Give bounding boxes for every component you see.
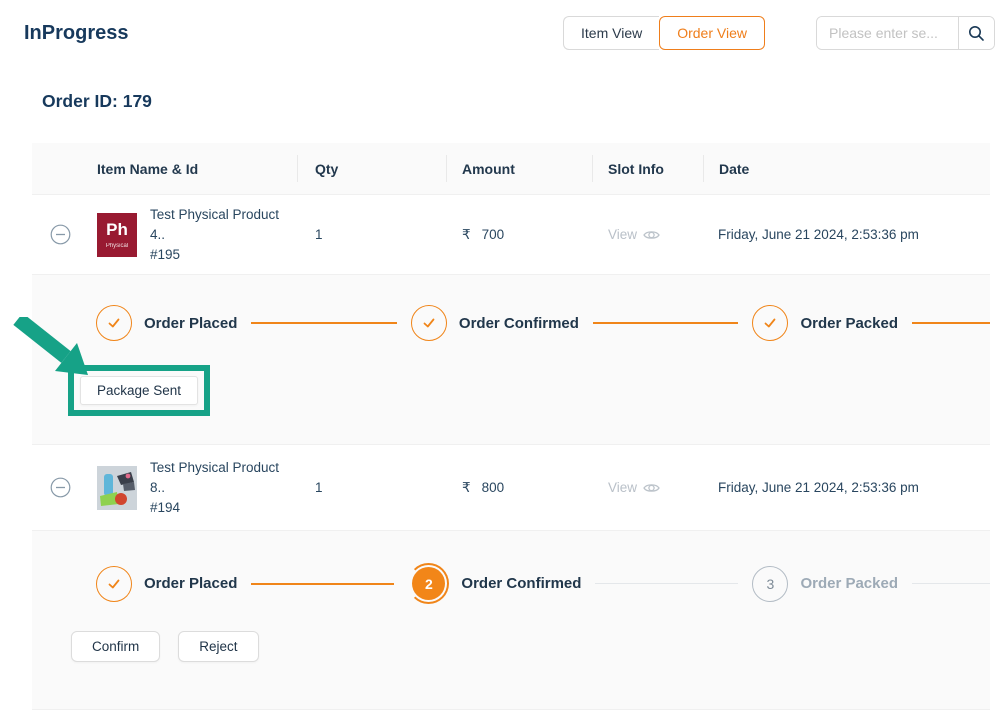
order-status-section: Order Placed Order Confirmed Order Packe… [32, 275, 990, 445]
step-label: Order Placed [144, 315, 237, 332]
search-icon [968, 25, 985, 42]
search-box [816, 16, 995, 50]
status-stepper: Order Placed Order Confirmed Order Packe… [32, 275, 990, 341]
order-view-button[interactable]: Order View [659, 16, 765, 50]
slot-view-link[interactable]: View [608, 480, 660, 495]
item-view-button[interactable]: Item View [563, 16, 659, 50]
product-photo [97, 466, 137, 510]
check-icon [96, 305, 132, 341]
package-sent-button[interactable]: Package Sent [80, 376, 198, 405]
eye-icon [643, 228, 660, 242]
top-bar: InProgress Item View Order View [0, 0, 1008, 50]
view-toggle: Item View Order View [563, 16, 765, 50]
slot-view-link[interactable]: View [608, 227, 660, 242]
minus-circle-icon [50, 224, 71, 245]
table-row: Ph Physical Test Physical Product 4.. #1… [32, 195, 990, 275]
minus-circle-icon [50, 477, 71, 498]
stepper-connector [595, 583, 738, 585]
slot-view-label: View [608, 227, 637, 242]
orders-table: Item Name & Id Qty Amount Slot Info Date… [32, 143, 990, 710]
column-header-expand [32, 143, 88, 194]
thumb-subtext: Physical [106, 243, 128, 249]
step-number-badge: 3 [752, 566, 788, 602]
status-stepper: Order Placed 2 Order Confirmed 3 Order P… [32, 531, 990, 604]
step-order-packed: Order Packed [752, 305, 898, 341]
step-order-placed: Order Placed [96, 566, 237, 602]
item-id: #195 [150, 245, 297, 265]
item-id: #194 [150, 498, 297, 518]
item-amount: 700 [482, 227, 505, 242]
step-order-confirmed: Order Confirmed [411, 305, 579, 341]
collapse-row-button[interactable] [50, 477, 71, 498]
stepper-connector [912, 583, 990, 585]
check-icon [752, 305, 788, 341]
order-date: Friday, June 21 2024, 2:53:36 pm [703, 480, 990, 495]
table-row: Test Physical Product 8.. #194 1 ₹800 Vi… [32, 445, 990, 531]
stepper-connector [251, 322, 397, 324]
reject-button[interactable]: Reject [178, 631, 258, 662]
check-icon [411, 305, 447, 341]
thumb-text: Ph [106, 221, 128, 239]
search-button[interactable] [958, 17, 994, 49]
order-status-section: Order Placed 2 Order Confirmed 3 Order P… [32, 531, 990, 710]
stepper-connector [251, 583, 394, 585]
step-order-placed: Order Placed [96, 305, 237, 341]
order-date: Friday, June 21 2024, 2:53:36 pm [703, 227, 990, 242]
top-bar-controls: Item View Order View [563, 16, 995, 50]
step-label: Order Confirmed [461, 575, 581, 592]
item-amount: 800 [482, 480, 505, 495]
item-qty: 1 [297, 480, 446, 495]
column-header-qty: Qty [297, 143, 446, 194]
item-name: Test Physical Product 4.. [150, 205, 297, 245]
confirm-button[interactable]: Confirm [71, 631, 160, 662]
currency-symbol: ₹ [462, 227, 471, 242]
annotation-box: Package Sent [68, 365, 210, 416]
active-step-ring: 2 [408, 563, 449, 604]
item-qty: 1 [297, 227, 446, 242]
stepper-connector [912, 322, 990, 324]
check-icon [96, 566, 132, 602]
product-thumbnail: Ph Physical [97, 213, 137, 257]
column-header-item: Item Name & Id [88, 143, 297, 194]
eye-icon [643, 481, 660, 495]
step-order-packed-pending: 3 Order Packed [752, 566, 898, 602]
step-label: Order Packed [800, 575, 898, 592]
item-name: Test Physical Product 8.. [150, 458, 297, 498]
order-id-heading: Order ID: 179 [42, 91, 1008, 112]
step-label: Order Confirmed [459, 315, 579, 332]
table-header: Item Name & Id Qty Amount Slot Info Date [32, 143, 990, 195]
collapse-row-button[interactable] [50, 224, 71, 245]
step-label: Order Placed [144, 575, 237, 592]
column-header-slot: Slot Info [592, 143, 703, 194]
column-header-date: Date [703, 143, 990, 194]
stepper-connector [593, 322, 739, 324]
search-input[interactable] [817, 17, 958, 49]
step-number-badge: 2 [412, 567, 445, 600]
currency-symbol: ₹ [462, 480, 471, 495]
step-order-confirmed-active: 2 Order Confirmed [408, 563, 581, 604]
slot-view-label: View [608, 480, 637, 495]
order-management-page: InProgress Item View Order View Order ID… [0, 0, 1008, 710]
column-header-amount: Amount [446, 143, 592, 194]
row-actions: Confirm Reject [71, 631, 259, 662]
page-title: InProgress [24, 22, 128, 45]
step-label: Order Packed [800, 315, 898, 332]
